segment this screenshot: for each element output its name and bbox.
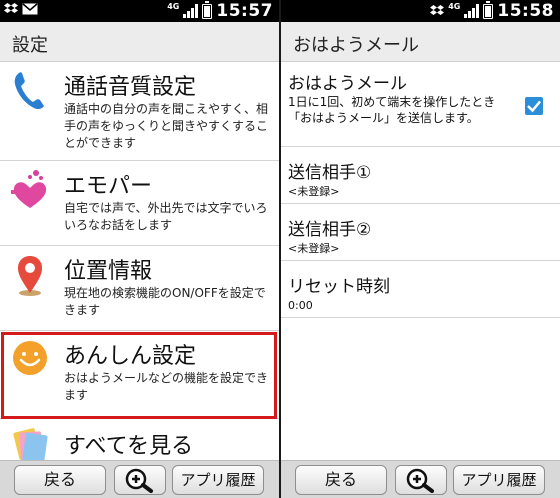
page-title: おはようメール: [293, 35, 419, 56]
zoom-button[interactable]: [114, 465, 166, 495]
bottom-bar: 戻る アプリ履歴: [281, 460, 560, 498]
menu-item-title: 通話音質設定: [64, 75, 197, 100]
bottom-bar: 戻る アプリ履歴: [0, 460, 279, 498]
page-title: 設定: [12, 35, 48, 56]
zoom-button[interactable]: [395, 465, 447, 495]
menu-item-desc: 通話中の自分の声を聞こえやすく、相手の声をゆっくりと聞きやすくすることができます: [64, 102, 269, 150]
location-pin-icon: [18, 256, 42, 296]
menu-item-see-all[interactable]: すべてを見る: [0, 420, 279, 464]
morning-mail-checkbox[interactable]: [525, 97, 543, 115]
status-clock: 15:57: [216, 1, 273, 21]
menu-item-title: 位置情報: [64, 259, 153, 284]
menu-item-emopa[interactable]: エモパー 自宅では声で、外出先では文字でいろいろなお話をします: [0, 162, 279, 246]
app-history-button[interactable]: アプリ履歴: [453, 465, 545, 495]
setting-title: リセット時刻: [288, 277, 390, 297]
status-bar: 4G 15:57: [0, 0, 279, 22]
menu-item-desc: 現在地の検索機能のON/OFFを設定できます: [64, 286, 266, 317]
network-type: 4G: [167, 1, 180, 11]
setting-title: 送信相手①: [288, 163, 372, 183]
menu-item-location[interactable]: 位置情報 現在地の検索機能のON/OFFを設定できます: [0, 247, 279, 331]
setting-value: 0:00: [288, 299, 313, 312]
setting-desc: 1日に1回、初めて端末を操作したとき「おはようメール」を送信します。: [288, 95, 496, 125]
title-bar: 設定: [0, 22, 279, 62]
menu-item-title: すべてを見る: [64, 434, 194, 459]
signal-icon: [464, 4, 480, 18]
settings-screen: 4G 15:57 設定 通話音質設定 通話中の自分の声を聞こえやすく、相手の声を…: [0, 0, 279, 498]
heart-icon: [11, 170, 47, 208]
menu-item-title: エモパー: [64, 174, 153, 199]
setting-value: <未登録>: [288, 242, 340, 255]
phone-icon: [14, 72, 44, 110]
setting-title: 送信相手②: [288, 220, 372, 240]
zoom-in-icon: [125, 468, 153, 493]
setting-value: <未登録>: [288, 185, 340, 198]
network-type: 4G: [448, 1, 461, 11]
setting-title: おはようメール: [288, 74, 407, 94]
battery-icon: [202, 0, 213, 19]
signal-icon: [183, 4, 199, 18]
dropbox-icon: [4, 3, 18, 13]
setting-row-recipient-2[interactable]: 送信相手② <未登録>: [281, 205, 560, 261]
battery-icon: [483, 0, 494, 19]
highlight-frame: [1, 332, 277, 419]
setting-row-reset-time[interactable]: リセット時刻 0:00: [281, 262, 560, 318]
status-bar: 4G 15:58: [281, 0, 560, 22]
menu-item-desc: 自宅では声で、外出先では文字でいろいろなお話をします: [64, 201, 268, 232]
app-history-button[interactable]: アプリ履歴: [172, 465, 264, 495]
morning-mail-screen: 4G 15:58 おはようメール おはようメール 1日に1回、初めて端末を操作し…: [281, 0, 560, 498]
mail-icon: [22, 3, 38, 15]
title-bar: おはようメール: [281, 22, 560, 62]
setting-row-morning-mail[interactable]: おはようメール 1日に1回、初めて端末を操作したとき「おはようメール」を送信しま…: [281, 63, 560, 147]
dropbox-icon: [430, 5, 445, 15]
setting-row-recipient-1[interactable]: 送信相手① <未登録>: [281, 148, 560, 204]
back-button[interactable]: 戻る: [14, 465, 106, 495]
zoom-in-icon: [406, 468, 434, 493]
back-button[interactable]: 戻る: [295, 465, 387, 495]
checkmark-icon: [527, 100, 541, 113]
status-clock: 15:58: [497, 1, 554, 21]
menu-item-call-quality[interactable]: 通話音質設定 通話中の自分の声を聞こえやすく、相手の声をゆっくりと聞きやすくする…: [0, 63, 279, 161]
